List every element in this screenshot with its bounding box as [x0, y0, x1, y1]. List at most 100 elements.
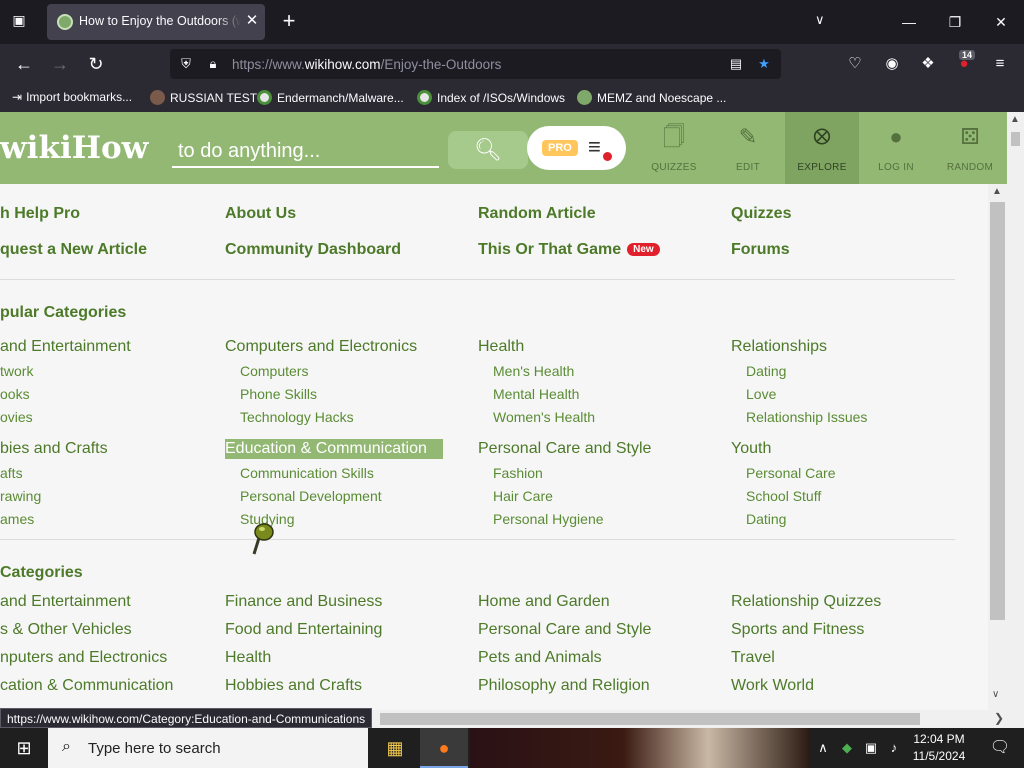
category-link[interactable]: Home and Garden — [478, 593, 610, 611]
network-icon[interactable]: ▣ — [860, 728, 882, 768]
dropdown-scrollbar[interactable]: ▲ ∨ — [988, 184, 1007, 710]
page-scrollbar[interactable]: ▲ — [1007, 112, 1024, 710]
scrollbar-thumb[interactable] — [1011, 132, 1020, 146]
subcategory-link[interactable]: afts — [0, 465, 23, 481]
link-this-or-that-game[interactable]: This Or That Game New — [478, 241, 660, 259]
category-link[interactable]: Relationship Quizzes — [731, 593, 881, 611]
bookmark-endermanch[interactable]: Endermanch/Malware... — [257, 90, 404, 108]
search-input[interactable]: to do anything... — [172, 134, 439, 168]
subcategory-link[interactable]: Communication Skills — [240, 465, 374, 481]
link-forums[interactable]: Forums — [731, 241, 790, 259]
category-link[interactable]: Sports and Fitness — [731, 621, 864, 639]
category-link[interactable]: Food and Entertaining — [225, 621, 382, 639]
category-link[interactable]: Relationships — [731, 338, 827, 356]
nav-log-in[interactable]: ● LOG IN — [859, 112, 933, 184]
lock-icon[interactable]: 🔒︎ — [205, 56, 221, 72]
volume-icon[interactable]: ♪ — [883, 728, 905, 768]
close-window-icon[interactable]: ✕ — [986, 8, 1016, 36]
subcategory-link[interactable]: Personal Hygiene — [493, 511, 604, 527]
scroll-right-icon[interactable]: ❯ — [994, 711, 1004, 725]
category-link[interactable]: Pets and Animals — [478, 649, 602, 667]
category-link[interactable]: Finance and Business — [225, 593, 382, 611]
scroll-up-icon[interactable]: ▲ — [1010, 114, 1020, 125]
back-arrow-icon[interactable]: ← — [12, 52, 36, 76]
nav-quizzes[interactable]: 🗍︎ QUIZZES — [637, 112, 711, 184]
pocket-icon[interactable]: ♡ — [845, 54, 865, 74]
url-text[interactable]: https://www.wikihow.com/Enjoy-the-Outdoo… — [232, 57, 501, 72]
minimize-icon[interactable]: — — [894, 8, 924, 36]
scroll-down-icon[interactable]: ∨ — [992, 689, 999, 700]
category-link[interactable]: Personal Care and Style — [478, 621, 651, 639]
notification-center-icon[interactable]: 🗨︎ — [980, 728, 1020, 768]
category-link[interactable]: Work World — [731, 677, 814, 695]
category-link[interactable]: s & Other Vehicles — [0, 621, 132, 639]
subcategory-link[interactable]: ames — [0, 511, 34, 527]
tracking-shield-icon[interactable]: ⛨ — [178, 56, 194, 72]
nav-random[interactable]: ⚄ RANDOM — [933, 112, 1007, 184]
file-explorer-icon[interactable]: ▦ — [371, 728, 419, 768]
bookmark-import[interactable]: ⇥ Import bookmarks... — [12, 90, 132, 108]
subcategory-link[interactable]: Mental Health — [493, 386, 579, 402]
reload-icon[interactable]: ↻ — [84, 52, 108, 76]
subcategory-link[interactable]: Personal Care — [746, 465, 836, 481]
category-link[interactable]: Youth — [731, 440, 771, 458]
subcategory-link[interactable]: Fashion — [493, 465, 543, 481]
link-about-us[interactable]: About Us — [225, 205, 296, 223]
category-link[interactable]: Computers and Electronics — [225, 338, 417, 356]
subcategory-link[interactable]: ooks — [0, 386, 30, 402]
link-random-article[interactable]: Random Article — [478, 205, 596, 223]
taskbar-search-box[interactable]: ⌕ Type here to search — [48, 728, 368, 768]
account-icon[interactable]: ◉ — [882, 54, 902, 74]
category-link[interactable]: bies and Crafts — [0, 440, 108, 458]
subcategory-link[interactable]: Relationship Issues — [746, 409, 867, 425]
pro-menu-button[interactable]: PRO ≡ — [527, 126, 626, 170]
firefox-view-icon[interactable]: ▣ — [8, 12, 30, 32]
subcategory-link[interactable]: Personal Development — [240, 488, 382, 504]
category-link[interactable]: Personal Care and Style — [478, 440, 651, 458]
subcategory-link[interactable]: Hair Care — [493, 488, 553, 504]
bookmark-star-icon[interactable]: ★ — [756, 56, 772, 72]
scrollbar-thumb[interactable] — [990, 202, 1005, 620]
subcategory-link[interactable]: Men's Health — [493, 363, 574, 379]
link-wikihow-help-pro[interactable]: h Help Pro — [0, 205, 80, 223]
tray-app-icon[interactable]: ◆ — [836, 728, 858, 768]
new-tab-icon[interactable]: + — [278, 10, 300, 32]
link-community-dashboard[interactable]: Community Dashboard — [225, 241, 401, 259]
subcategory-link[interactable]: Love — [746, 386, 776, 402]
search-button[interactable]: 🔍︎ — [448, 131, 528, 169]
category-link[interactable]: and Entertainment — [0, 338, 131, 356]
horizontal-scrollbar-thumb[interactable] — [380, 713, 920, 725]
list-all-tabs-chevron-icon[interactable]: ∨ — [815, 12, 825, 28]
windows-start-icon[interactable]: ⊞ — [0, 728, 48, 768]
subcategory-link[interactable]: Computers — [240, 363, 308, 379]
firefox-taskbar-icon[interactable]: ● — [420, 728, 468, 768]
subcategory-link[interactable]: Phone Skills — [240, 386, 317, 402]
active-tab[interactable]: How to Enjoy the Outdoors (with ✕ — [47, 4, 265, 40]
subcategory-link[interactable]: ovies — [0, 409, 33, 425]
link-quizzes[interactable]: Quizzes — [731, 205, 791, 223]
nav-explore[interactable]: ⭙ EXPLORE — [785, 112, 859, 184]
subcategory-link[interactable]: Women's Health — [493, 409, 595, 425]
link-request-article[interactable]: quest a New Article — [0, 241, 147, 259]
subcategory-link[interactable]: Technology Hacks — [240, 409, 354, 425]
reader-view-icon[interactable]: ▤ — [728, 56, 744, 72]
bookmark-index-isos[interactable]: Index of /ISOs/Windows — [417, 90, 565, 108]
subcategory-link[interactable]: School Stuff — [746, 488, 821, 504]
tab-close-icon[interactable]: ✕ — [243, 12, 261, 30]
subcategory-link[interactable]: Dating — [746, 511, 786, 527]
category-link[interactable]: Hobbies and Crafts — [225, 677, 362, 695]
bookmark-russian-test[interactable]: RUSSIAN TEST — [150, 90, 257, 108]
category-link[interactable]: cation & Communication — [0, 677, 173, 695]
restore-icon[interactable]: ❐ — [940, 8, 970, 36]
category-link[interactable]: Philosophy and Religion — [478, 677, 650, 695]
category-link-highlighted[interactable]: Education & Communication — [225, 439, 443, 459]
category-link[interactable]: Health — [478, 338, 524, 356]
subcategory-link[interactable]: Dating — [746, 363, 786, 379]
category-link[interactable]: nputers and Electronics — [0, 649, 167, 667]
subcategory-link[interactable]: twork — [0, 363, 33, 379]
forward-arrow-icon[interactable]: → — [48, 52, 72, 76]
bookmark-memz[interactable]: MEMZ and Noescape ... — [577, 90, 726, 108]
subcategory-link[interactable]: rawing — [0, 488, 41, 504]
category-link[interactable]: and Entertainment — [0, 593, 131, 611]
nav-edit[interactable]: ✎ EDIT — [711, 112, 785, 184]
